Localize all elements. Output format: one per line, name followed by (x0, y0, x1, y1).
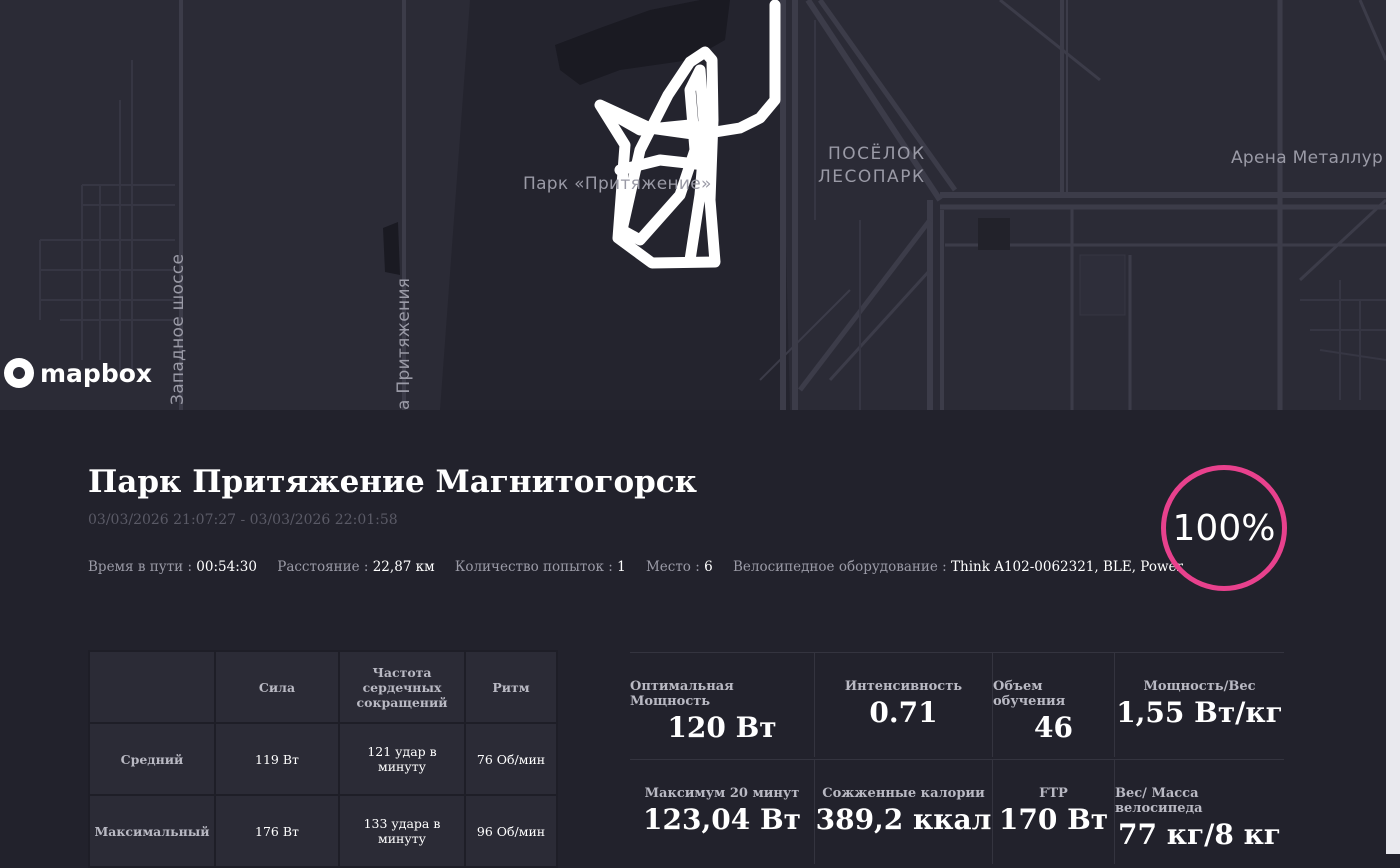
metric-intensity: Интенсивность 0.71 (815, 653, 993, 757)
meta-duration: Время в пути : 00:54:30 (88, 559, 257, 575)
metrics-grid: Оптимальная Мощность 120 Вт Интенсивност… (630, 652, 1284, 864)
map-label-prityazheniya: а Притяжения (394, 277, 414, 410)
cell-cadence: 96 Об/мин (464, 794, 558, 868)
metric-calories: Сожженные калории 389,2 ккал (815, 760, 993, 864)
map-label-zapadnoe: Западное шоссе (168, 253, 188, 405)
meta-place: Место : 6 (645, 559, 713, 575)
cell-power: 176 Вт (214, 794, 340, 868)
ride-title: Парк Притяжение Магнитогорск (88, 464, 698, 500)
metric-ftp: FTP 170 Вт (993, 760, 1115, 864)
metrics-row: Оптимальная Мощность 120 Вт Интенсивност… (630, 652, 1284, 757)
metric-optimal-power: Оптимальная Мощность 120 Вт (630, 653, 815, 757)
meta-distance: Расстояние : 22,87 км (277, 559, 435, 575)
cell-power: 119 Вт (214, 722, 340, 796)
map-label-lesopark: ЛЕСОПАРК (818, 167, 926, 187)
table-header-empty (88, 650, 216, 724)
table-header-cadence: Ритм (464, 650, 558, 724)
mapbox-attribution[interactable]: mapbox (4, 358, 152, 388)
map-label-poselok: ПОСЁЛОК (828, 144, 926, 164)
metric-weight-bike: Вес/ Масса велосипеда 77 кг/8 кг (1115, 786, 1281, 851)
completion-percent: 100% (1172, 507, 1276, 549)
map-label-park: Парк «Притяжение» (523, 174, 712, 194)
mapbox-attribution-text: mapbox (40, 358, 153, 388)
completion-ring: 100% (1161, 465, 1287, 591)
map-label-arena: Арена Металлур (1231, 148, 1384, 168)
ride-meta: Время в пути : 00:54:30 Расстояние : 22,… (88, 559, 1199, 575)
map-canvas (39, 0, 1386, 410)
cell-heart-rate: 121 удар в минуту (338, 722, 466, 796)
row-label-average: Средний (88, 722, 216, 796)
table-header-heart-rate: Частота сердечных сокращений (338, 650, 466, 724)
ride-datetime: 03/03/2026 21:07:27 - 03/03/2026 22:01:5… (88, 512, 398, 528)
metric-training-load: Объем обучения 46 (993, 653, 1115, 757)
scrollbar-track[interactable] (1386, 0, 1400, 854)
cell-cadence: 76 Об/мин (464, 722, 558, 796)
metric-max-20min: Максимум 20 минут 123,04 Вт (630, 760, 815, 864)
row-label-max: Максимальный (88, 794, 216, 868)
table-header-power: Сила (214, 650, 340, 724)
cell-heart-rate: 133 удара в минуту (338, 794, 466, 868)
table-header-row: Сила Частота сердечных сокращений Ритм (88, 650, 558, 724)
metrics-row: Максимум 20 минут 123,04 Вт Сожженные ка… (630, 759, 1284, 864)
route-map[interactable]: Парк «Притяжение» ПОСЁЛОК ЛЕСОПАРК Арена… (0, 0, 1386, 410)
metric-power-weight: Мощность/Вес 1,55 Вт/кг (1116, 679, 1283, 729)
meta-equipment: Велосипедное оборудование : Think A102-0… (732, 559, 1183, 575)
stats-table: Сила Частота сердечных сокращений Ритм С… (88, 650, 558, 868)
mapbox-logo-icon (4, 358, 34, 388)
meta-attempts: Количество попыток : 1 (454, 559, 626, 575)
table-row: Максимальный 176 Вт 133 удара в минуту 9… (88, 794, 558, 868)
table-row: Средний 119 Вт 121 удар в минуту 76 Об/м… (88, 722, 558, 796)
